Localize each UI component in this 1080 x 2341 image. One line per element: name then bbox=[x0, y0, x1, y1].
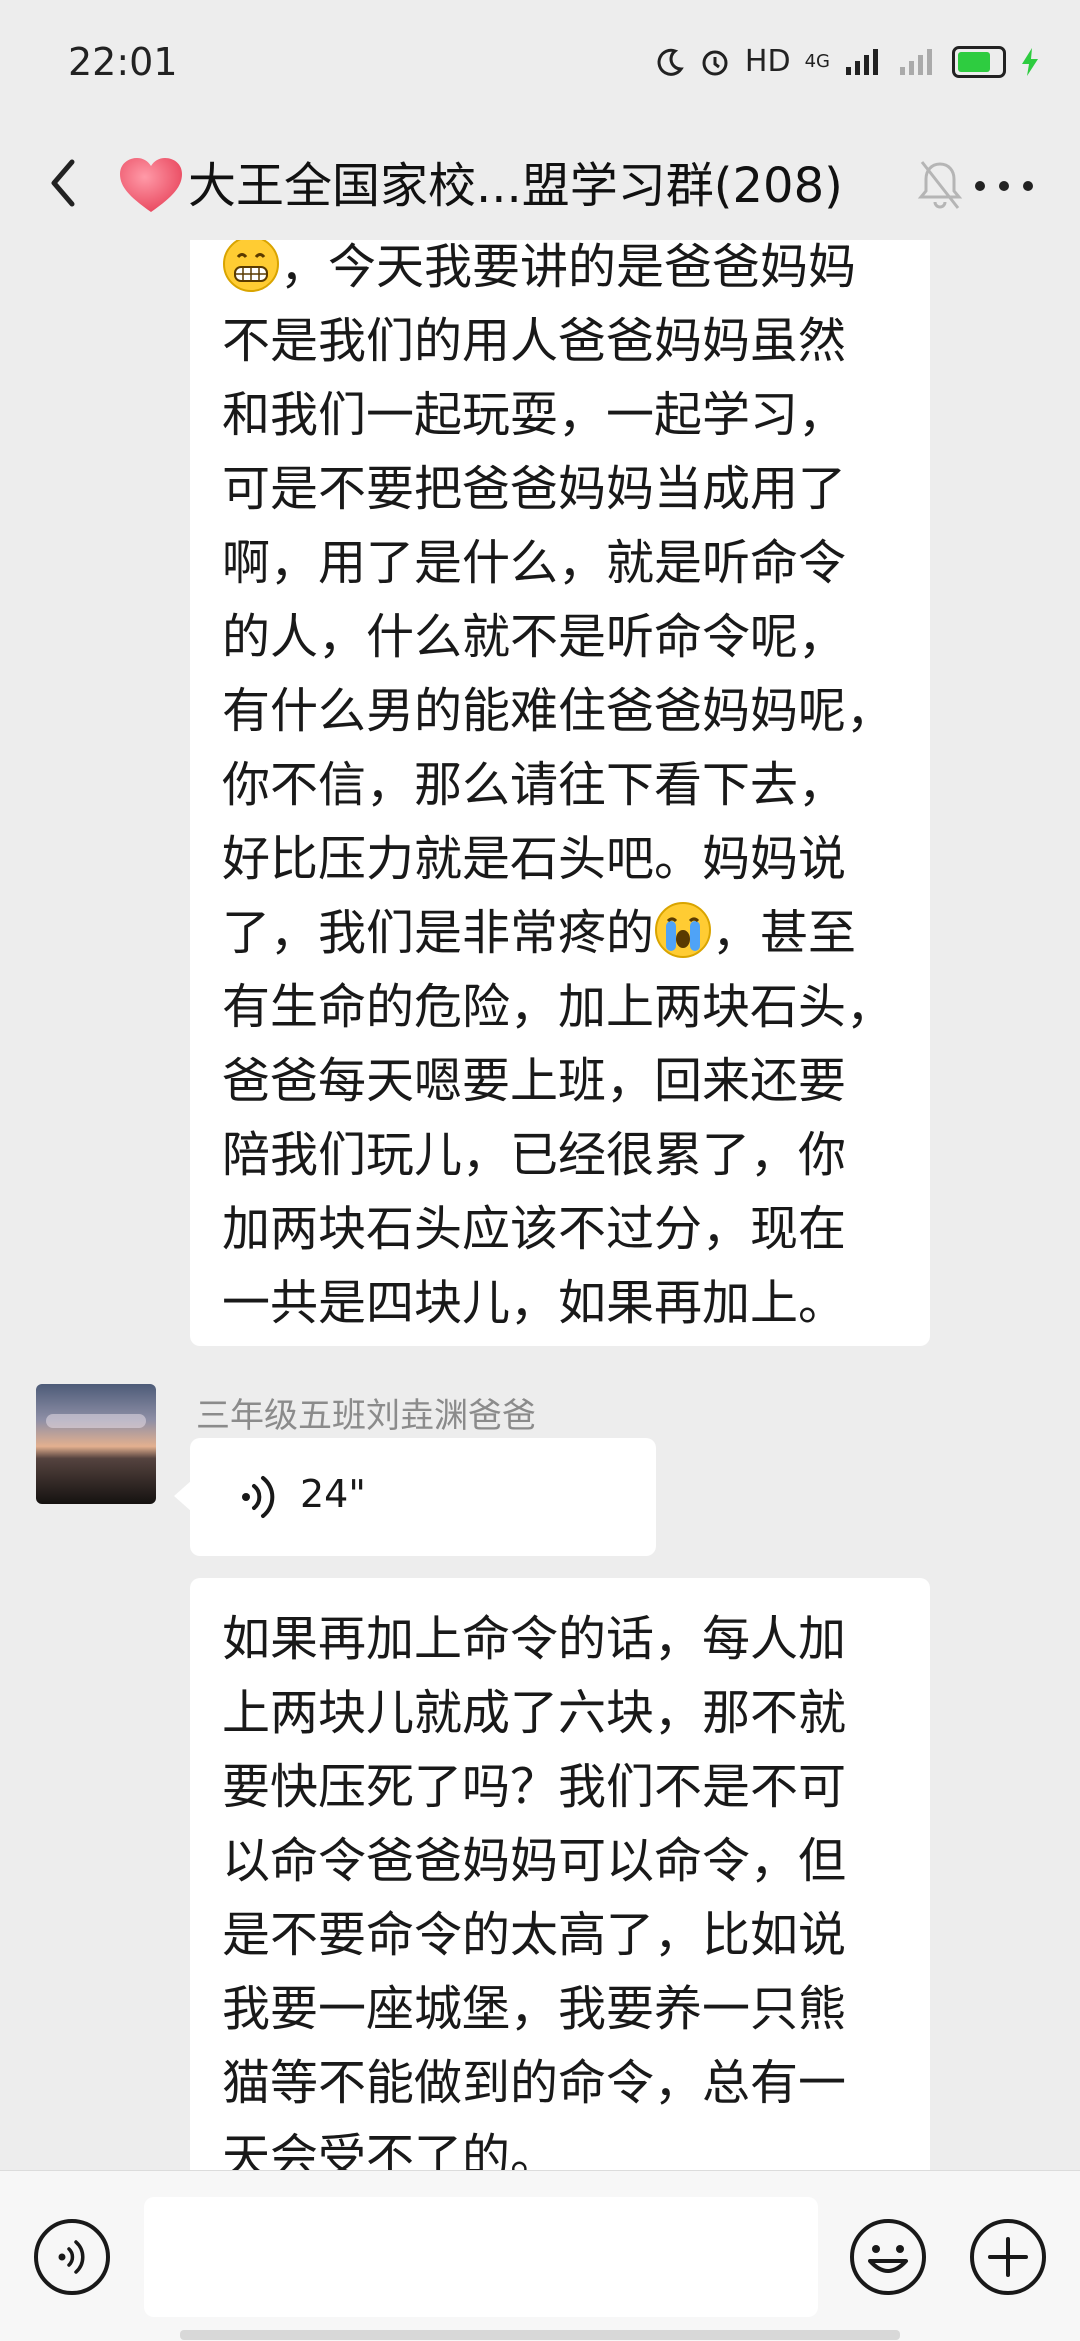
message-line: 一共是四块儿，如果再加上。 bbox=[222, 1275, 847, 1331]
message-line: 了，我们是非常疼的 ，甚至 bbox=[222, 896, 898, 970]
chat-header: 大王全国家校...盟学习群(208) bbox=[0, 130, 1080, 240]
message-line: 以命令爸爸妈妈可以命令，但 bbox=[222, 1833, 847, 1889]
emoji-icon[interactable] bbox=[848, 2217, 928, 2297]
message-line: 是不要命令的太高了，比如说 bbox=[222, 1907, 847, 1963]
battery-icon bbox=[952, 45, 1006, 78]
message-line: 的人，什么就不是听命令呢， bbox=[222, 609, 847, 665]
voice-duration: 24" bbox=[300, 1472, 366, 1516]
more-icon[interactable] bbox=[964, 150, 1044, 220]
message-line: 和我们一起玩耍，一起学习， bbox=[222, 387, 847, 443]
alarm-icon bbox=[702, 50, 728, 75]
message-line: 陪我们玩儿，已经很累了，你 bbox=[222, 1127, 847, 1183]
plus-icon[interactable] bbox=[968, 2217, 1048, 2297]
moon-icon bbox=[657, 48, 684, 76]
message-line: 不是我们的用人爸爸妈妈虽然 bbox=[222, 313, 847, 369]
voice-toggle-icon[interactable] bbox=[32, 2217, 112, 2297]
text-message-bubble[interactable]: ，今天我要讲的是爸爸妈妈 不是我们的用人爸爸妈妈虽然 和我们一起玩耍，一起学习，… bbox=[190, 240, 930, 1346]
message-line: 我要一座城堡，我要养一只熊 bbox=[222, 1981, 847, 2037]
crying-emoji-icon bbox=[655, 902, 712, 958]
chat-title[interactable]: 大王全国家校...盟学习群(208) bbox=[188, 146, 843, 216]
message-input[interactable] bbox=[144, 2197, 818, 2317]
signal-label: 4G bbox=[804, 51, 830, 72]
message-line: ，今天我要讲的是爸爸妈妈 bbox=[222, 240, 898, 304]
network-label: HD bbox=[744, 44, 791, 79]
status-time: 22:01 bbox=[68, 40, 178, 84]
mute-bell-icon bbox=[917, 161, 963, 209]
text-message-bubble[interactable]: 如果再加上命令的话，每人加 上两块儿就成了六块，那不就 要快压死了吗？我们不是不… bbox=[190, 1578, 930, 2170]
signal-icon bbox=[846, 48, 878, 75]
status-bar: 22:01 HD 4G bbox=[0, 0, 1080, 130]
grin-emoji-icon bbox=[223, 240, 279, 292]
message-line: 好比压力就是石头吧。妈妈说 bbox=[222, 831, 847, 887]
chat-message-list[interactable]: ，今天我要讲的是爸爸妈妈 不是我们的用人爸爸妈妈虽然 和我们一起玩耍，一起学习，… bbox=[0, 240, 1080, 2170]
sender-name: 三年级五班刘垚渊爸爸 bbox=[196, 1396, 536, 1436]
sender-avatar[interactable] bbox=[36, 1384, 156, 1504]
message-line: 上两块儿就成了六块，那不就 bbox=[222, 1685, 847, 1741]
message-line: 你不信，那么请往下看下去， bbox=[222, 757, 847, 813]
message-line: 爸爸每天嗯要上班，回来还要 bbox=[222, 1053, 847, 1109]
message-line: 要快压死了吗？我们不是不可 bbox=[222, 1759, 847, 1815]
message-line: 可是不要把爸爸妈妈当成用了 bbox=[222, 461, 847, 517]
message-line: 如果再加上命令的话，每人加 bbox=[222, 1611, 847, 1667]
signal-icon-2 bbox=[900, 48, 932, 75]
voice-message-bubble[interactable]: 24" bbox=[190, 1438, 656, 1556]
heart-icon bbox=[120, 158, 182, 212]
voice-wave-icon bbox=[242, 1476, 275, 1518]
message-line: 有生命的危险，加上两块石头， bbox=[222, 979, 895, 1035]
message-line: 啊，用了是什么，就是听命令 bbox=[222, 535, 847, 591]
message-line: 有什么男的能难住爸爸妈妈呢， bbox=[222, 683, 895, 739]
back-icon[interactable] bbox=[36, 148, 96, 218]
message-line: 天会受不了的。 bbox=[222, 2129, 559, 2170]
home-indicator bbox=[180, 2330, 900, 2340]
charging-icon bbox=[1022, 47, 1038, 76]
input-bar bbox=[0, 2170, 1080, 2341]
status-icons: HD 4G bbox=[655, 44, 1040, 79]
message-line: 猫等不能做到的命令，总有一 bbox=[222, 2055, 847, 2111]
message-line: 加两块石头应该不过分，现在 bbox=[222, 1201, 847, 1257]
